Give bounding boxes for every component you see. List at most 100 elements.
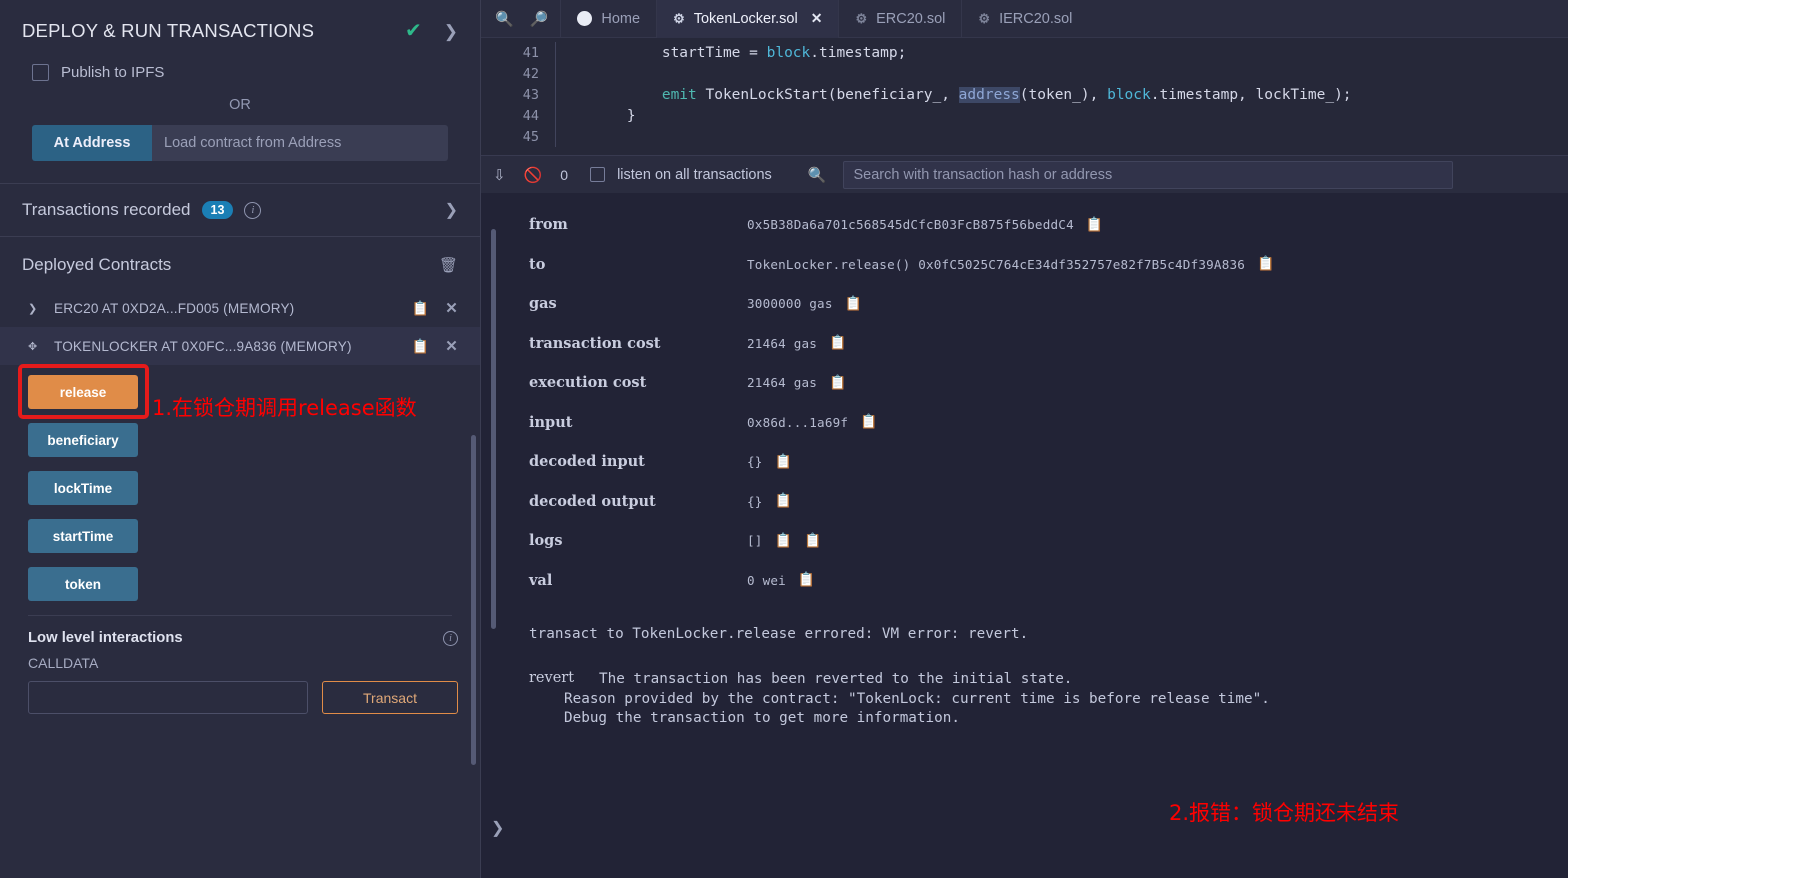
close-icon[interactable]: ✕ (811, 10, 823, 27)
publish-to-ipfs-row[interactable]: Publish to IPFS (0, 64, 480, 81)
sidebar-scrollbar[interactable] (471, 435, 476, 765)
at-address-row: At Address (32, 125, 448, 161)
detail-key: input (529, 413, 573, 431)
copy-icon[interactable]: 📋 (412, 300, 430, 317)
copy-icon[interactable]: 📋 (1257, 256, 1274, 272)
zoom-out-icon[interactable]: 🔍 (495, 10, 514, 28)
detail-value: {} 📋 (747, 454, 792, 470)
ban-icon[interactable]: 🚫 (524, 166, 543, 184)
remix-ide-window: DEPLOY & RUN TRANSACTIONS ✔ ❯ Publish to… (0, 0, 1797, 878)
detail-value-text: 3000000 gas (747, 296, 833, 312)
detail-value: [] 📋 📋 (747, 533, 821, 549)
function-button-locktime[interactable]: lockTime (28, 471, 138, 505)
at-address-input[interactable] (152, 125, 448, 161)
gutter-divider (555, 126, 556, 147)
zoom-in-icon[interactable]: 🔎 (530, 10, 549, 28)
gutter-divider (555, 63, 556, 84)
copy-icon[interactable]: 📋 (798, 572, 815, 588)
at-address-button[interactable]: At Address (32, 125, 152, 161)
detail-value: 0 wei 📋 (747, 572, 815, 588)
annotation-text-2: 2.报错：锁仓期还未结束 (1169, 801, 1400, 825)
revert-reason-prefix: Reason provided by the contract: (564, 690, 849, 707)
copy-icon[interactable]: 📋 (829, 375, 846, 391)
detail-key: to (529, 255, 546, 273)
chevron-right-icon[interactable]: ❯ (491, 818, 504, 837)
trash-icon[interactable]: 🗑 (439, 256, 458, 274)
transactions-recorded-row[interactable]: Transactions recorded 13 i ❯ (0, 184, 480, 237)
tab-tokenlocker-sol[interactable]: ⚙ TokenLocker.sol ✕ (656, 0, 839, 38)
tab-erc20-sol[interactable]: ⚙ ERC20.sol (838, 0, 961, 38)
transact-button[interactable]: Transact (322, 681, 458, 714)
gutter-divider (555, 105, 556, 126)
low-level-title: Low level interactions (28, 630, 183, 646)
info-icon[interactable]: i (244, 201, 262, 219)
tab-ierc20-sol[interactable]: ⚙ IERC20.sol (961, 0, 1088, 38)
search-icon[interactable]: 🔍 (808, 166, 827, 184)
pending-count: 0 (560, 166, 569, 183)
function-button-release[interactable]: release (28, 375, 138, 409)
copy-icon[interactable]: 📋 (775, 533, 792, 549)
copy-icon[interactable]: 📋 (775, 454, 792, 470)
function-button-beneficiary[interactable]: beneficiary (28, 423, 138, 457)
line-number: 44 (522, 107, 539, 124)
copy-icon[interactable]: 📋 (1086, 217, 1103, 233)
copy-icon[interactable]: 📋 (829, 335, 846, 351)
code-text[interactable]: startTime = block.timestamp; (592, 45, 906, 61)
detail-value-text: [] (747, 533, 763, 549)
zoom-controls: 🔍 🔎 (481, 10, 560, 28)
detail-value: {} 📋 (747, 493, 792, 509)
detail-key: val (529, 571, 553, 589)
solidity-icon: ⚙ (855, 10, 868, 26)
tab-home[interactable]: Home (560, 0, 656, 38)
detail-value-text: 21464 gas (747, 375, 818, 391)
revert-line-1: The transaction has been reverted to the… (599, 671, 1073, 687)
copy-icon[interactable]: 📋 (804, 533, 821, 549)
copy-icon[interactable]: 📋 (845, 296, 862, 312)
transactions-recorded-label: Transactions recorded (22, 200, 191, 219)
check-icon: ✔ (404, 20, 422, 42)
chevron-right-icon[interactable]: ❯ (28, 302, 38, 315)
info-icon[interactable]: i (443, 630, 458, 646)
deployed-contracts-header: Deployed Contracts 🗑 (0, 237, 480, 289)
close-icon[interactable]: ✕ (445, 299, 458, 317)
line-number: 45 (522, 128, 539, 145)
function-button-starttime[interactable]: startTime (28, 519, 138, 553)
code-text[interactable]: emit TokenLockStart(beneficiary_, addres… (592, 86, 1352, 103)
terminal-scrollbar[interactable] (491, 229, 496, 629)
gutter-divider (555, 42, 556, 63)
revert-message-lines: The transaction has been reverted to the… (564, 670, 1270, 729)
page-title: DEPLOY & RUN TRANSACTIONS (22, 20, 315, 41)
tab-label: ERC20.sol (876, 10, 946, 27)
detail-value: TokenLocker.release() 0x0fC5025C764cE34d… (747, 256, 1275, 272)
detail-key: decoded output (529, 492, 656, 510)
calldata-input[interactable] (28, 681, 308, 714)
annotation-text-1: 1.在锁仓期调用release函数 (152, 396, 417, 420)
tab-label: IERC20.sol (999, 10, 1073, 27)
status-badge: 13 (201, 201, 234, 219)
contract-item-tokenlocker[interactable]: ✥ TOKENLOCKER AT 0X0FC...9A836 (MEMORY) … (0, 327, 480, 365)
detail-value-text: 0 wei (747, 572, 786, 588)
function-button-token[interactable]: token (28, 567, 138, 601)
copy-icon[interactable]: 📋 (412, 338, 430, 355)
chevron-right-icon[interactable]: ❯ (445, 200, 458, 220)
search-input[interactable] (842, 160, 1453, 189)
chevrons-down-icon[interactable]: ⇩ (493, 166, 506, 184)
chevron-down-icon[interactable]: ✥ (28, 340, 38, 353)
deployed-contracts-title: Deployed Contracts (22, 255, 172, 274)
close-icon[interactable]: ✕ (445, 337, 458, 355)
listen-all-transactions-checkbox[interactable] (590, 167, 606, 182)
publish-ipfs-checkbox[interactable] (32, 64, 49, 81)
detail-value: 0x5B38Da6a701c568545dCfcB03FcB875f56bedd… (747, 217, 1103, 233)
solidity-icon: ⚙ (978, 10, 991, 26)
contract-item-erc20[interactable]: ❯ ERC20 AT 0XD2A...FD005 (MEMORY) 📋 ✕ (0, 289, 480, 327)
copy-icon[interactable]: 📋 (860, 414, 877, 430)
copy-icon[interactable]: 📋 (775, 493, 792, 509)
detail-value: 21464 gas 📋 (747, 375, 846, 391)
detail-key: decoded input (529, 453, 645, 471)
code-text[interactable]: } (592, 108, 636, 124)
release-button-wrapper: release (18, 364, 149, 423)
tab-label: TokenLocker.sol (693, 10, 798, 27)
detail-value-text: {} (747, 493, 763, 509)
home-icon (577, 11, 593, 26)
chevron-right-icon[interactable]: ❯ (444, 23, 458, 40)
